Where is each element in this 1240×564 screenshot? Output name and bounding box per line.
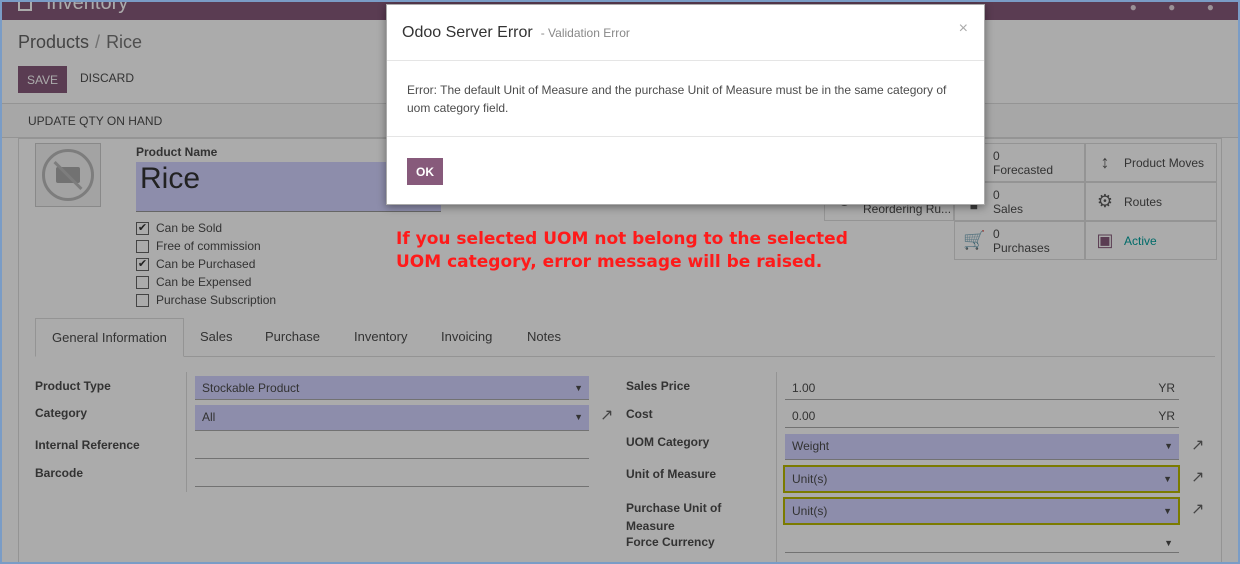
close-icon[interactable]: ×	[959, 20, 968, 38]
dialog-header: Odoo Server Error - Validation Error ×	[387, 5, 984, 61]
error-dialog: Odoo Server Error - Validation Error × Er…	[386, 4, 985, 205]
annotation-line2: UOM category, error message will be rais…	[396, 252, 823, 272]
dialog-subtitle: - Validation Error	[540, 26, 630, 40]
annotation-line1: If you selected UOM not belong to the se…	[396, 229, 848, 249]
annotation-text: If you selected UOM not belong to the se…	[396, 228, 876, 274]
dialog-title-text: Odoo Server Error	[402, 24, 533, 41]
ok-button[interactable]: OK	[407, 158, 443, 185]
dialog-title: Odoo Server Error - Validation Error	[402, 24, 630, 42]
dialog-message: Error: The default Unit of Measure and t…	[387, 61, 984, 137]
